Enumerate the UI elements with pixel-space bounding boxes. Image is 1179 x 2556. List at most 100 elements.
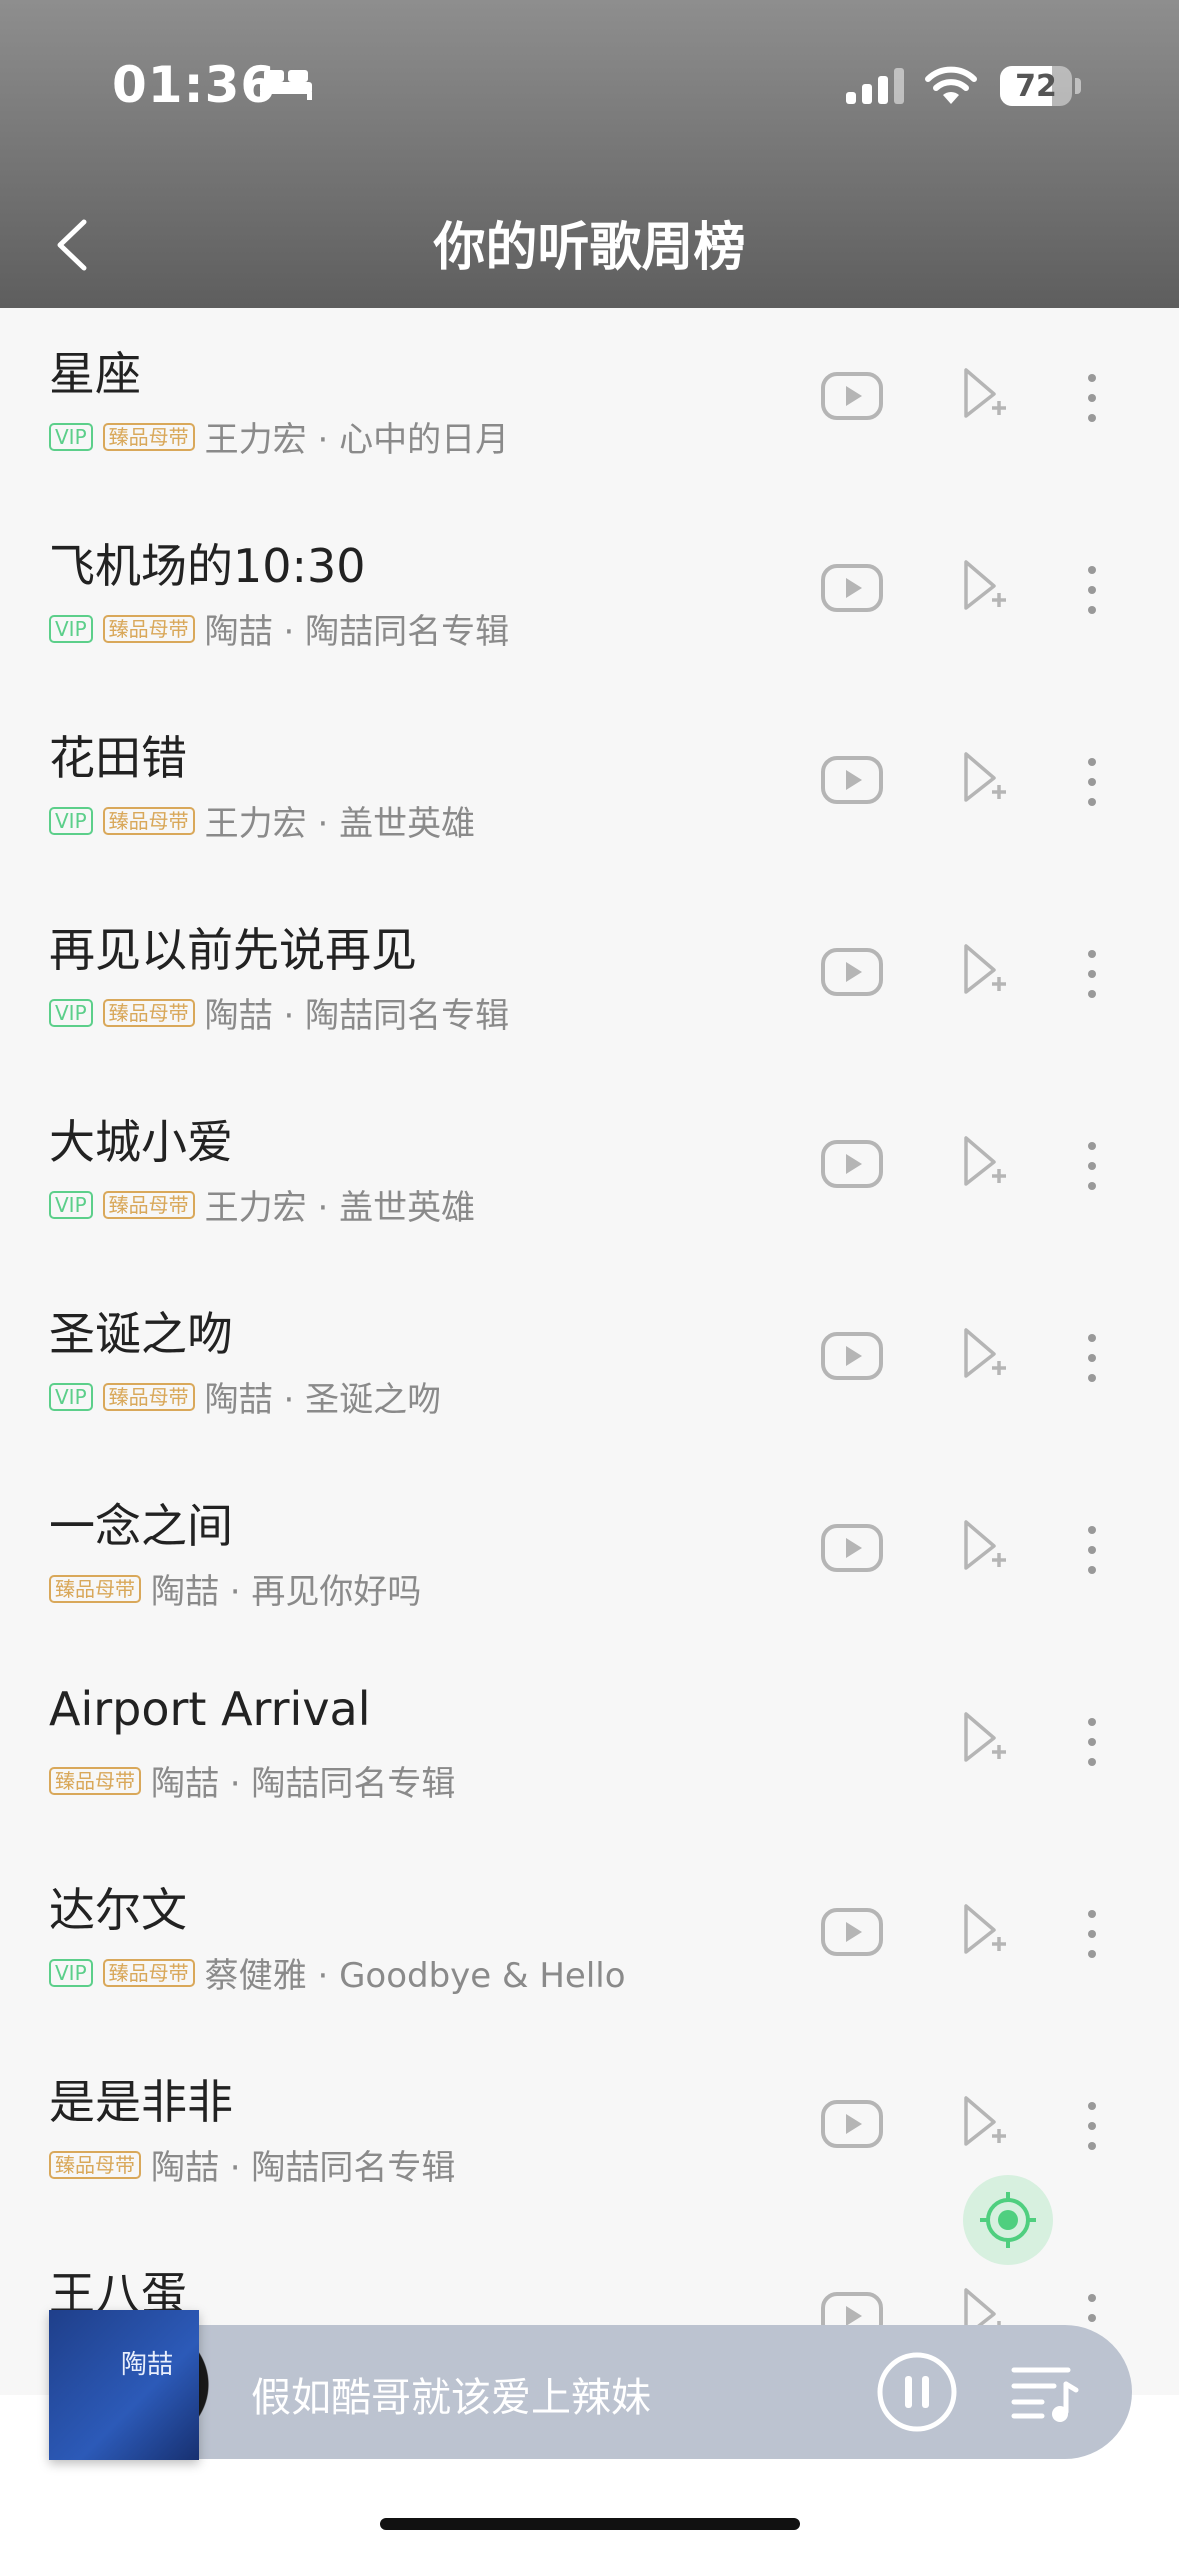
song-meta: VIP 臻品母带 王力宏 · 心中的日月 — [49, 412, 509, 461]
sleep-focus-icon — [260, 70, 312, 100]
song-meta: VIP 臻品母带 王力宏 · 盖世英雄 — [49, 1180, 475, 1229]
song-title: 花田错 — [49, 731, 187, 785]
more-vertical-icon[interactable] — [1080, 2096, 1104, 2156]
song-row[interactable]: 一念之间臻品母带 陶喆 · 再见你好吗 — [0, 1460, 1179, 1652]
add-to-playlist-icon[interactable] — [960, 366, 1008, 424]
wifi-icon — [925, 66, 977, 104]
song-meta: VIP 臻品母带 王力宏 · 盖世英雄 — [49, 796, 475, 845]
song-row[interactable]: 飞机场的10:30 VIP 臻品母带 陶喆 · 陶喆同名专辑 — [0, 500, 1179, 692]
battery-level: 72 — [1015, 69, 1057, 104]
song-row[interactable]: 圣诞之吻 VIP 臻品母带 陶喆 · 圣诞之吻 — [0, 1268, 1179, 1460]
video-play-icon[interactable] — [820, 371, 884, 421]
cover-artist-text: 陶喆 — [121, 2350, 174, 2380]
video-play-icon[interactable] — [820, 1139, 884, 1189]
song-meta: 臻品母带 陶喆 · 陶喆同名专辑 — [49, 1756, 455, 1805]
artist-album-text: 王力宏 · 盖世英雄 — [204, 804, 476, 844]
song-meta: VIP 臻品母带 陶喆 · 圣诞之吻 — [49, 1372, 441, 1421]
video-play-icon[interactable] — [820, 563, 884, 613]
vip-badge: VIP — [49, 422, 93, 451]
album-cover[interactable]: 陶喆 — [49, 2310, 199, 2460]
song-title: 大城小爱 — [49, 1115, 233, 1169]
more-vertical-icon[interactable] — [1080, 1328, 1104, 1388]
artist-album-text: 陶喆 · 陶喆同名专辑 — [204, 996, 510, 1036]
video-play-icon[interactable] — [820, 2099, 884, 2149]
song-meta: VIP 臻品母带 陶喆 · 陶喆同名专辑 — [49, 988, 509, 1037]
master-tape-badge: 臻品母带 — [102, 806, 195, 835]
song-row[interactable]: Airport Arrival 臻品母带 陶喆 · 陶喆同名专辑 — [0, 1652, 1179, 1844]
page-title: 你的听歌周榜 — [433, 218, 746, 278]
song-title: 一念之间 — [49, 1499, 233, 1553]
more-vertical-icon[interactable] — [1080, 1904, 1104, 1964]
pause-button[interactable] — [876, 2351, 958, 2433]
vip-badge: VIP — [49, 1190, 93, 1219]
song-list: 星座 VIP 臻品母带 王力宏 · 心中的日月 飞机场的10:30 VIP 臻品母带 陶喆 ·… — [0, 308, 1179, 2420]
artist-album-text: 陶喆 · 陶喆同名专辑 — [151, 2148, 456, 2188]
more-vertical-icon[interactable] — [1080, 1712, 1104, 1772]
add-to-playlist-icon[interactable] — [960, 942, 1008, 1000]
locate-icon — [980, 2192, 1036, 2248]
song-row[interactable]: 星座 VIP 臻品母带 王力宏 · 心中的日月 — [0, 308, 1179, 500]
battery-indicator: 72 — [1000, 66, 1072, 106]
add-to-playlist-icon[interactable] — [960, 1710, 1008, 1768]
song-meta: 臻品母带 陶喆 · 再见你好吗 — [49, 1564, 421, 1613]
vip-badge: VIP — [49, 998, 93, 1027]
add-to-playlist-icon[interactable] — [960, 2094, 1008, 2152]
more-vertical-icon[interactable] — [1080, 1520, 1104, 1580]
master-tape-badge: 臻品母带 — [49, 1574, 141, 1603]
master-tape-badge: 臻品母带 — [102, 1382, 195, 1411]
song-title: 达尔文 — [49, 1883, 187, 1937]
artist-album-text: 陶喆 · 再见你好吗 — [151, 1572, 422, 1612]
video-play-icon[interactable] — [820, 1523, 884, 1573]
now-playing-title: 假如酷哥就该爱上辣妹 — [251, 2375, 651, 2421]
song-meta: VIP 臻品母带 蔡健雅 · Goodbye & Hello — [49, 1948, 626, 1997]
song-meta: VIP 臻品母带 陶喆 · 陶喆同名专辑 — [49, 604, 509, 653]
more-vertical-icon[interactable] — [1080, 752, 1104, 812]
add-to-playlist-icon[interactable] — [960, 750, 1008, 808]
vip-badge: VIP — [49, 614, 93, 643]
master-tape-badge: 臻品母带 — [49, 1766, 141, 1795]
song-row[interactable]: 达尔文 VIP 臻品母带 蔡健雅 · Goodbye & Hello — [0, 1844, 1179, 2036]
song-title: 圣诞之吻 — [49, 1307, 233, 1361]
vip-badge: VIP — [49, 1958, 93, 1987]
more-vertical-icon[interactable] — [1080, 944, 1104, 1004]
add-to-playlist-icon[interactable] — [960, 1134, 1008, 1192]
artist-album-text: 陶喆 · 圣诞之吻 — [204, 1380, 442, 1420]
add-to-playlist-icon[interactable] — [960, 1518, 1008, 1576]
master-tape-badge: 臻品母带 — [102, 998, 195, 1027]
master-tape-badge: 臻品母带 — [49, 2150, 141, 2179]
video-play-icon[interactable] — [820, 1907, 884, 1957]
status-time: 01:36 — [112, 56, 277, 114]
song-title: 星座 — [49, 347, 141, 401]
artist-album-text: 蔡健雅 · Goodbye & Hello — [204, 1956, 626, 1996]
artist-album-text: 王力宏 · 盖世英雄 — [204, 1188, 476, 1228]
add-to-playlist-icon[interactable] — [960, 558, 1008, 616]
more-vertical-icon[interactable] — [1080, 368, 1104, 428]
song-row[interactable]: 花田错 VIP 臻品母带 王力宏 · 盖世英雄 — [0, 692, 1179, 884]
video-play-icon[interactable] — [820, 947, 884, 997]
artist-album-text: 陶喆 · 陶喆同名专辑 — [151, 1764, 456, 1804]
vip-badge: VIP — [49, 806, 93, 835]
add-to-playlist-icon[interactable] — [960, 1902, 1008, 1960]
locate-current-song-button[interactable] — [963, 2175, 1053, 2265]
song-title: 再见以前先说再见 — [49, 923, 417, 977]
video-play-icon[interactable] — [820, 1331, 884, 1381]
song-row[interactable]: 大城小爱 VIP 臻品母带 王力宏 · 盖世英雄 — [0, 1076, 1179, 1268]
vip-badge: VIP — [49, 1382, 93, 1411]
artist-album-text: 王力宏 · 心中的日月 — [204, 420, 510, 460]
cellular-signal-icon — [846, 68, 904, 104]
more-vertical-icon[interactable] — [1080, 1136, 1104, 1196]
song-title: Airport Arrival — [49, 1682, 371, 1736]
artist-album-text: 陶喆 · 陶喆同名专辑 — [204, 612, 510, 652]
master-tape-badge: 臻品母带 — [102, 1190, 195, 1219]
song-title: 飞机场的10:30 — [49, 539, 366, 593]
more-vertical-icon[interactable] — [1080, 560, 1104, 620]
playlist-button[interactable] — [1010, 2362, 1080, 2424]
song-row[interactable]: 再见以前先说再见 VIP 臻品母带 陶喆 · 陶喆同名专辑 — [0, 884, 1179, 1076]
add-to-playlist-icon[interactable] — [960, 1326, 1008, 1384]
song-title: 是是非非 — [49, 2075, 233, 2129]
master-tape-badge: 臻品母带 — [102, 614, 195, 643]
home-indicator — [380, 2518, 800, 2530]
master-tape-badge: 臻品母带 — [102, 422, 195, 451]
master-tape-badge: 臻品母带 — [102, 1958, 195, 1987]
video-play-icon[interactable] — [820, 755, 884, 805]
